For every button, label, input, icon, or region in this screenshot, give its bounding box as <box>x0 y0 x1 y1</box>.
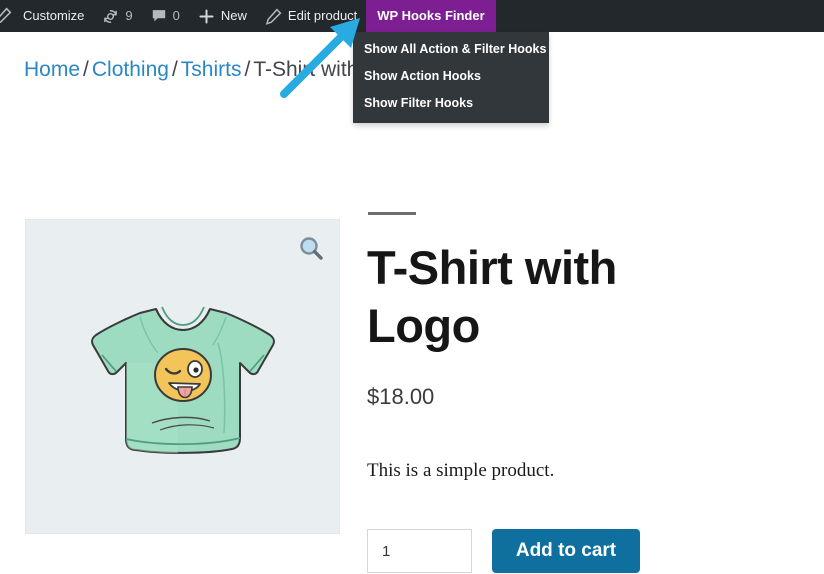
product-summary: T-Shirt with Logo $18.00 This is a simpl… <box>367 212 807 573</box>
add-to-cart-form: Add to cart <box>367 529 807 573</box>
updates-count: 9 <box>125 0 132 32</box>
edit-product-label: Edit product <box>288 0 357 32</box>
product-gallery[interactable] <box>25 219 340 534</box>
pencil-icon <box>265 8 282 25</box>
wp-hooks-finder-label: WP Hooks Finder <box>377 0 484 32</box>
admin-bar-item-wp-hooks-finder[interactable]: WP Hooks Finder <box>366 0 495 32</box>
breadcrumb-separator: / <box>80 58 92 81</box>
menu-item-show-all-hooks[interactable]: Show All Action & Filter Hooks <box>353 36 549 63</box>
breadcrumb-current: T-Shirt with <box>253 58 358 81</box>
breadcrumb: Home/Clothing/Tshirts/T-Shirt with <box>24 56 358 84</box>
admin-bar-edge-pencil[interactable] <box>0 0 14 32</box>
wp-hooks-finder-dropdown: Show All Action & Filter Hooks Show Acti… <box>353 32 549 123</box>
product-description: This is a simple product. <box>367 458 807 484</box>
breadcrumb-separator: / <box>241 58 253 81</box>
product-image <box>68 283 298 483</box>
breadcrumb-link-home[interactable]: Home <box>24 58 80 81</box>
comment-icon <box>151 8 167 24</box>
add-to-cart-button[interactable]: Add to cart <box>492 529 640 573</box>
menu-item-show-filter-hooks[interactable]: Show Filter Hooks <box>353 90 549 117</box>
admin-bar-item-customize[interactable]: Customize <box>14 0 93 32</box>
comments-count: 0 <box>173 0 180 32</box>
breadcrumb-separator: / <box>169 58 181 81</box>
plus-icon <box>198 8 215 25</box>
title-divider <box>368 212 416 215</box>
updates-icon <box>102 8 119 25</box>
new-label: New <box>221 0 247 32</box>
quantity-input[interactable] <box>367 529 472 573</box>
admin-bar-item-comments[interactable]: 0 <box>142 0 189 32</box>
admin-bar-item-edit-product[interactable]: Edit product <box>256 0 366 32</box>
breadcrumb-link-clothing[interactable]: Clothing <box>92 58 169 81</box>
product-price: $18.00 <box>367 383 807 411</box>
admin-bar-item-new[interactable]: New <box>189 0 256 32</box>
wp-admin-bar: Customize 9 0 New <box>0 0 824 32</box>
zoom-magnifier-icon[interactable] <box>297 234 325 262</box>
pencil-icon <box>0 7 12 25</box>
breadcrumb-link-tshirts[interactable]: Tshirts <box>181 58 242 81</box>
page-title: T-Shirt with Logo <box>367 239 657 355</box>
admin-bar-item-updates[interactable]: 9 <box>93 0 141 32</box>
customize-label: Customize <box>23 0 84 32</box>
menu-item-show-action-hooks[interactable]: Show Action Hooks <box>353 63 549 90</box>
